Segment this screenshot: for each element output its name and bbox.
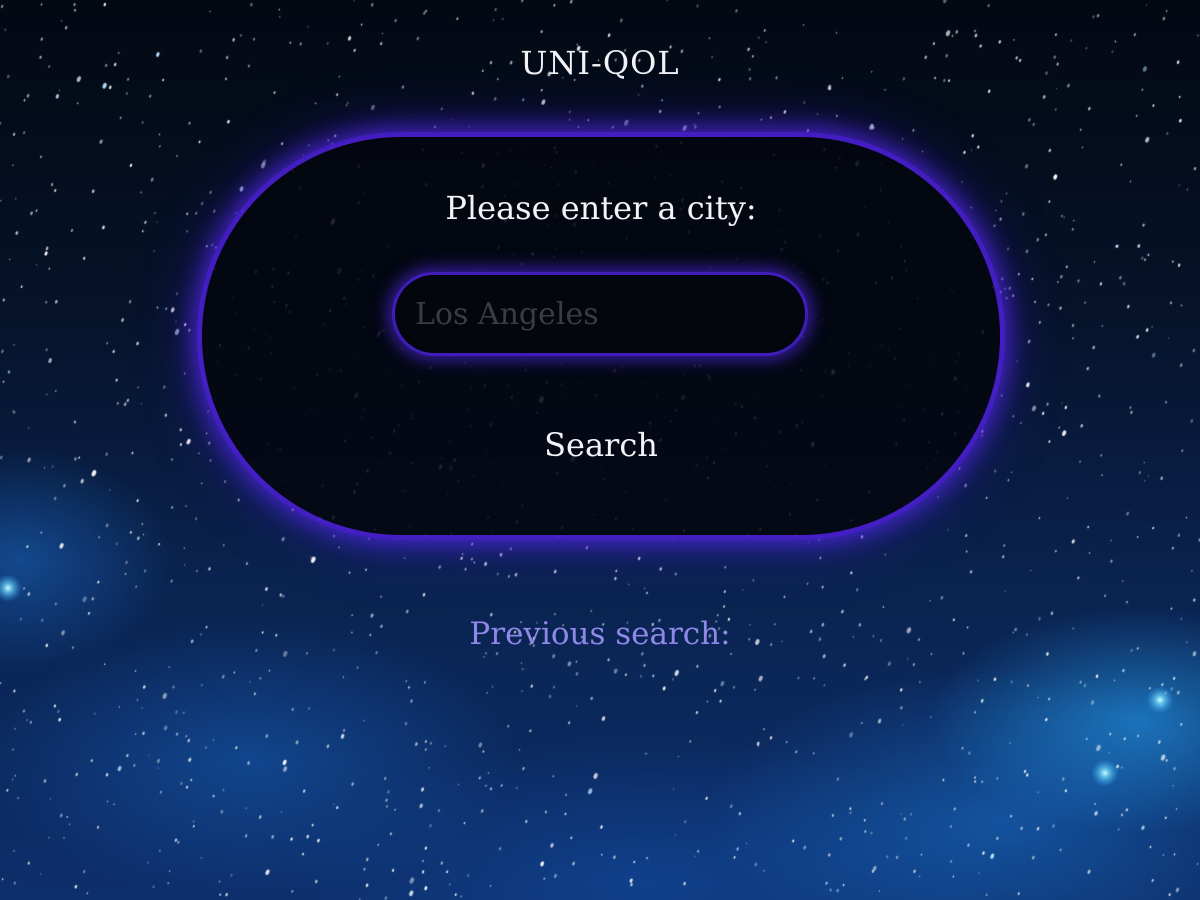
search-button[interactable]: Search (501, 415, 701, 475)
previous-search-label: Previous search: (469, 616, 731, 652)
city-prompt-label: Please enter a city: (445, 189, 757, 227)
city-search-input[interactable] (395, 275, 805, 353)
search-panel: Please enter a city: Search (202, 137, 1000, 535)
app-title: UNI-QOL (520, 44, 680, 82)
